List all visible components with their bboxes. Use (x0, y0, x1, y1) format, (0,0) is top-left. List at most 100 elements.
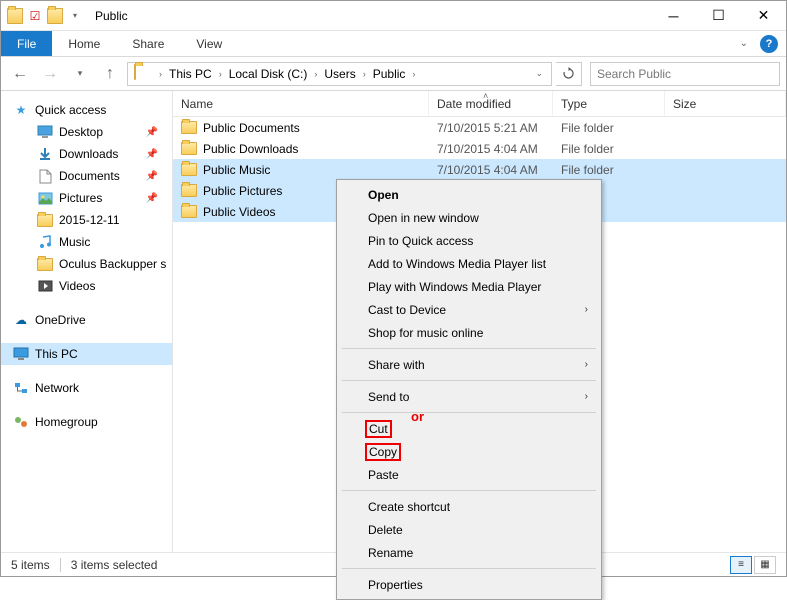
file-type: File folder (553, 121, 665, 135)
address-bar[interactable]: › This PC › Local Disk (C:) › Users › Pu… (127, 62, 552, 86)
window-title: Public (89, 9, 651, 23)
menu-item[interactable]: Cast to Device › (340, 298, 598, 321)
nav-row: ← → ▾ ↑ › This PC › Local Disk (C:) › Us… (1, 57, 786, 91)
column-headers: ˄ Name Date modified Type Size (173, 91, 786, 117)
sidebar-item[interactable]: 2015-12-11 (1, 209, 172, 231)
sidebar-item[interactable]: Downloads📌 (1, 143, 172, 165)
pin-icon: 📌 (146, 149, 168, 160)
breadcrumb[interactable]: Users (320, 63, 359, 85)
chevron-right-icon[interactable]: › (311, 69, 320, 79)
help-button[interactable]: ? (760, 35, 778, 53)
folder-icon (37, 212, 53, 228)
breadcrumb[interactable]: This PC (165, 63, 216, 85)
chevron-right-icon: › (585, 304, 588, 315)
menu-item[interactable]: Create shortcut (340, 495, 598, 518)
sidebar-item[interactable]: Documents📌 (1, 165, 172, 187)
column-name[interactable]: Name (173, 91, 429, 116)
checkbox-icon[interactable]: ☑ (27, 8, 43, 24)
menu-item[interactable]: Play with Windows Media Player (340, 275, 598, 298)
menu-item-label: Paste (368, 468, 399, 482)
sidebar-item[interactable]: Pictures📌 (1, 187, 172, 209)
maximize-button[interactable]: ☐ (696, 1, 741, 31)
pc-icon (13, 346, 29, 362)
sidebar-item[interactable]: Music (1, 231, 172, 253)
menu-item[interactable]: Cut (340, 417, 598, 440)
search-input[interactable]: Search Public (590, 62, 780, 86)
ribbon-expand-icon[interactable]: ⌄ (732, 31, 756, 56)
menu-separator (342, 348, 596, 349)
tab-view[interactable]: View (180, 31, 238, 56)
menu-item[interactable]: Open in new window (340, 206, 598, 229)
sidebar-item[interactable]: Oculus Backupper s (1, 253, 172, 275)
file-name: Public Downloads (203, 142, 298, 156)
back-button[interactable]: ← (7, 61, 33, 87)
table-row[interactable]: Public Documents 7/10/2015 5:21 AMFile fo… (173, 117, 786, 138)
sidebar-onedrive[interactable]: ☁ OneDrive (1, 309, 172, 331)
chevron-right-icon: › (585, 359, 588, 370)
sort-indicator-icon: ˄ (483, 91, 488, 101)
chevron-right-icon[interactable]: › (360, 69, 369, 79)
sidebar-network[interactable]: Network (1, 377, 172, 399)
chevron-right-icon[interactable]: › (156, 69, 165, 79)
sidebar-item-label: This PC (35, 347, 78, 361)
file-type: File folder (553, 163, 665, 177)
sidebar-this-pc[interactable]: This PC (1, 343, 172, 365)
videos-icon (37, 278, 53, 294)
menu-item[interactable]: Shop for music online (340, 321, 598, 344)
file-name: Public Documents (203, 121, 300, 135)
menu-item-label: Properties (368, 578, 423, 592)
menu-item-label: Open in new window (368, 211, 479, 225)
close-button[interactable]: ✕ (741, 1, 786, 31)
table-row[interactable]: Public Downloads7/10/2015 4:04 AMFile fo… (173, 138, 786, 159)
recent-dropdown[interactable]: ▾ (67, 61, 93, 87)
breadcrumb[interactable]: Local Disk (C:) (225, 63, 312, 85)
breadcrumb[interactable]: Public (369, 63, 410, 85)
folder-icon (181, 184, 197, 197)
menu-item-label: Add to Windows Media Player list (368, 257, 546, 271)
forward-button[interactable]: → (37, 61, 63, 87)
table-row[interactable]: Public Music7/10/2015 4:04 AMFile folder (173, 159, 786, 180)
refresh-button[interactable] (556, 62, 582, 86)
sidebar-item-label: Music (59, 235, 90, 249)
menu-item[interactable]: Copy (340, 440, 598, 463)
menu-item[interactable]: Open (340, 183, 598, 206)
context-menu: Open Open in new window Pin to Quick acces… (336, 179, 602, 600)
file-tab[interactable]: File (1, 31, 52, 56)
view-thumbnails-button[interactable]: ▦ (754, 556, 776, 574)
chevron-right-icon[interactable]: › (409, 69, 418, 79)
menu-item[interactable]: Share with› (340, 353, 598, 376)
folder-icon (181, 121, 197, 134)
menu-item-label: Cast to Device (368, 303, 446, 317)
up-button[interactable]: ↑ (97, 61, 123, 87)
menu-item[interactable]: Send to› (340, 385, 598, 408)
tab-share[interactable]: Share (116, 31, 180, 56)
qat-dropdown-icon[interactable]: ▾ (67, 8, 83, 24)
tab-home[interactable]: Home (52, 31, 116, 56)
column-date[interactable]: Date modified (429, 91, 553, 116)
file-date: 7/10/2015 5:21 AM (429, 121, 553, 135)
column-size[interactable]: Size (665, 91, 786, 116)
desktop-icon (37, 124, 53, 140)
ribbon-tabs: File Home Share View ⌄ ? (1, 31, 786, 57)
view-details-button[interactable]: ≡ (730, 556, 752, 574)
menu-item[interactable]: Add to Windows Media Player list (340, 252, 598, 275)
menu-item[interactable]: Pin to Quick access (340, 229, 598, 252)
sidebar-item-label: Oculus Backupper s (59, 257, 166, 271)
sidebar: ★ Quick access Desktop📌Downloads📌Documen… (1, 91, 173, 552)
folder-icon (181, 163, 197, 176)
minimize-button[interactable]: ─ (651, 1, 696, 31)
sidebar-homegroup[interactable]: Homegroup (1, 411, 172, 433)
menu-item-label: Delete (368, 523, 403, 537)
menu-item[interactable]: Rename (340, 541, 598, 564)
address-dropdown-icon[interactable]: ⌄ (529, 68, 549, 79)
menu-item[interactable]: Delete (340, 518, 598, 541)
status-selected: 3 items selected (71, 558, 158, 572)
menu-item[interactable]: Paste (340, 463, 598, 486)
chevron-right-icon[interactable]: › (216, 69, 225, 79)
sidebar-quick-access[interactable]: ★ Quick access (1, 99, 172, 121)
menu-item[interactable]: Properties (340, 573, 598, 596)
sidebar-item[interactable]: Videos (1, 275, 172, 297)
column-type[interactable]: Type (553, 91, 665, 116)
menu-item-label: Cut (368, 420, 392, 438)
sidebar-item[interactable]: Desktop📌 (1, 121, 172, 143)
